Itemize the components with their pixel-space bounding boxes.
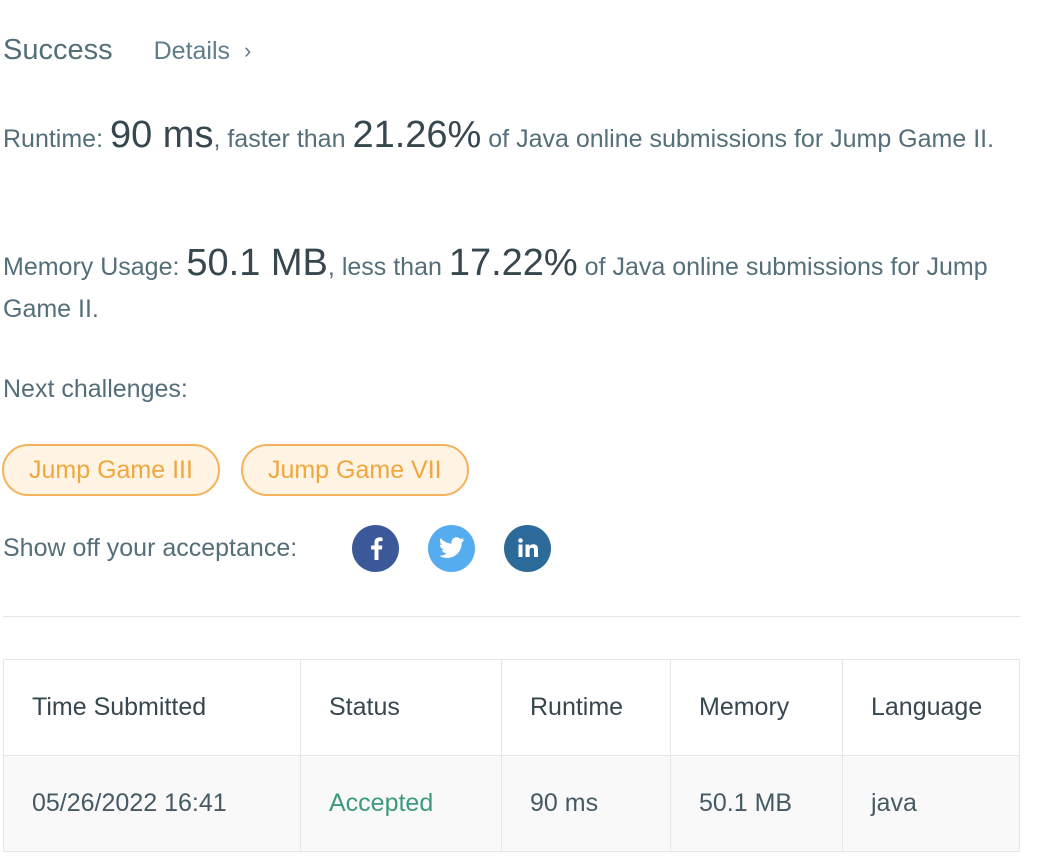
runtime-comparison: , faster than (213, 125, 353, 153)
memory-stat: Memory Usage: 50.1 MB, less than 17.22% … (3, 242, 1023, 330)
runtime-percent: 21.26% (352, 114, 482, 156)
table-row: 05/26/2022 16:41 Accepted 90 ms 50.1 MB … (3, 755, 1020, 852)
column-header-status: Status (300, 659, 502, 756)
cell-language: java (842, 755, 1020, 852)
runtime-value: 90 ms (109, 114, 214, 156)
share-row: Show off your acceptance: (3, 524, 552, 572)
cell-memory: 50.1 MB (670, 755, 843, 852)
status-title: Success (3, 34, 113, 66)
linkedin-icon[interactable] (504, 524, 552, 572)
runtime-suffix: of Java online submissions for Jump Game… (481, 125, 995, 153)
column-header-time-submitted: Time Submitted (3, 659, 301, 756)
cell-runtime: 90 ms (501, 755, 671, 852)
runtime-stat: Runtime: 90 ms, faster than 21.26% of Ja… (3, 114, 1023, 160)
submissions-table: Time Submitted Status Runtime Memory Lan… (3, 659, 1020, 852)
cell-time-submitted: 05/26/2022 16:41 (3, 755, 301, 852)
share-label: Show off your acceptance: (3, 533, 298, 562)
next-challenges-label: Next challenges: (3, 375, 188, 403)
column-header-language: Language (842, 659, 1020, 756)
cell-status-link[interactable]: Accepted (300, 755, 502, 852)
twitter-icon[interactable] (428, 524, 476, 572)
challenge-chip-jump-game-iii[interactable]: Jump Game III (2, 444, 220, 496)
memory-comparison: , less than (327, 253, 449, 281)
column-header-memory: Memory (670, 659, 843, 756)
result-header: Success Details › (3, 34, 251, 67)
section-divider (3, 616, 1020, 617)
details-link[interactable]: Details › (154, 37, 252, 66)
next-challenges-list: Jump Game III Jump Game VII (2, 444, 469, 496)
chevron-right-icon: › (244, 38, 252, 63)
challenge-chip-jump-game-vii[interactable]: Jump Game VII (240, 444, 469, 496)
memory-percent: 17.22% (448, 242, 578, 284)
memory-value: 50.1 MB (186, 242, 328, 284)
facebook-icon[interactable] (352, 524, 400, 572)
runtime-label: Runtime: (3, 125, 110, 153)
memory-label: Memory Usage: (3, 253, 187, 281)
details-label: Details (153, 37, 231, 65)
column-header-runtime: Runtime (501, 659, 671, 756)
social-buttons (352, 524, 552, 572)
table-header-row: Time Submitted Status Runtime Memory Lan… (3, 659, 1020, 756)
